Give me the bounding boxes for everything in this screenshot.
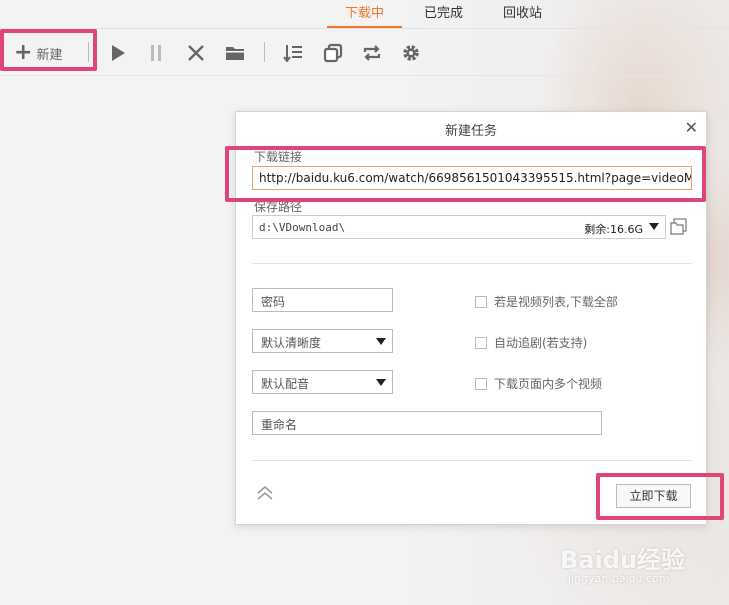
checkbox-label: 下载页面内多个视频 (494, 377, 603, 391)
quality-value: 默认清晰度 (261, 336, 322, 350)
free-space: 剩余:16.6G (584, 223, 643, 236)
close-icon[interactable]: ✕ (685, 118, 698, 137)
checkbox-auto-follow[interactable]: 自动追剧(若支持) (475, 334, 587, 351)
checkbox-label: 自动追剧(若支持) (494, 336, 588, 350)
tab-downloading[interactable]: 下载中 (326, 0, 403, 28)
audio-value: 默认配音 (261, 377, 310, 391)
password-field[interactable]: 密码 (252, 288, 393, 312)
audio-select[interactable]: 默认配音 (252, 370, 393, 394)
expand-up-icon[interactable] (256, 484, 274, 502)
toolbar-separator (264, 42, 265, 62)
checkbox-box (475, 377, 487, 390)
tab-completed[interactable]: 已完成 (424, 0, 463, 28)
pause-icon[interactable] (143, 40, 169, 66)
divider (252, 460, 692, 461)
checkbox-download-all[interactable]: 若是视频列表,下载全部 (475, 293, 618, 310)
highlight-download-button (596, 473, 724, 520)
folder-icon[interactable] (222, 40, 248, 66)
divider (252, 263, 692, 264)
chevron-down-icon (376, 338, 386, 345)
rename-field[interactable]: 重命名 (252, 411, 602, 435)
save-path-select[interactable]: d:\VDownload\ 剩余:16.6G (252, 215, 666, 239)
checkbox-box (475, 336, 487, 349)
watermark-logo: Baidu经验 (560, 546, 685, 574)
chevron-down-icon (649, 223, 659, 230)
watermark-url: jingyan.baidu.com (568, 572, 670, 585)
chevron-down-icon (376, 379, 386, 386)
toolbar: + 新建 (0, 36, 729, 70)
tab-bar: 下载中 已完成 回收站 (326, 0, 582, 30)
dialog-title: 新建任务 (444, 124, 497, 139)
settings-icon[interactable] (398, 40, 424, 66)
checkbox-multi-video[interactable]: 下载页面内多个视频 (475, 375, 602, 392)
refresh-icon[interactable] (359, 40, 385, 66)
highlight-url-field (225, 146, 706, 202)
highlight-new-button (0, 29, 97, 71)
play-icon[interactable] (105, 40, 131, 66)
copy-icon[interactable] (320, 40, 346, 66)
quality-select[interactable]: 默认清晰度 (252, 329, 393, 353)
tab-recycle-bin[interactable]: 回收站 (503, 0, 542, 28)
tab-divider (0, 28, 729, 29)
sort-icon[interactable] (280, 40, 306, 66)
checkbox-box (475, 295, 487, 308)
checkbox-label: 若是视频列表,下载全部 (494, 295, 618, 309)
toolbar-divider (0, 75, 729, 76)
delete-icon[interactable] (183, 40, 209, 66)
browse-folder-icon[interactable] (669, 217, 689, 237)
save-path-value: d:\VDownload\ (259, 221, 346, 234)
